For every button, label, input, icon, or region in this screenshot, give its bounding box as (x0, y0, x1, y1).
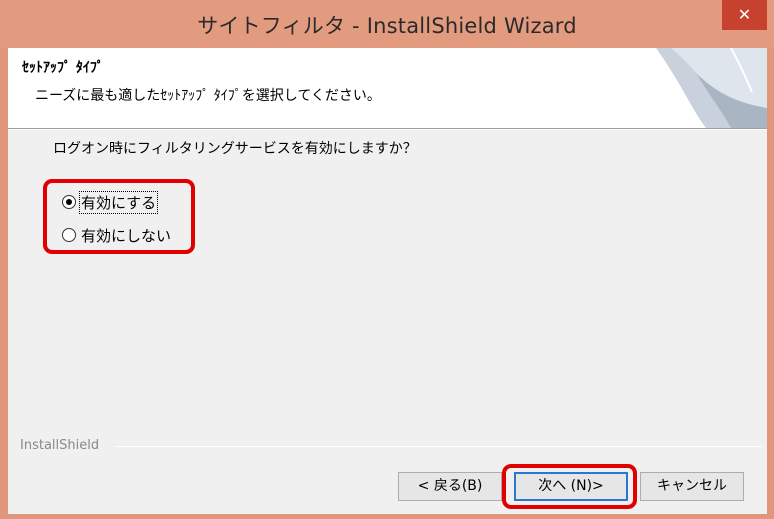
annotation-highlight-next (502, 464, 637, 509)
annotation-highlight-options (43, 179, 195, 254)
installer-window: サイトフィルタ - InstallShield Wizard ✕ ｾｯﾄｱｯﾌﾟ… (0, 0, 774, 519)
cancel-button[interactable]: キャンセル (640, 472, 744, 501)
header-divider (8, 129, 767, 130)
wizard-header: ｾｯﾄｱｯﾌﾟ ﾀｲﾌﾟ ニーズに最も適したｾｯﾄｱｯﾌﾟ ﾀｲﾌﾟを選択してく… (8, 48, 767, 129)
footer-divider (115, 446, 763, 447)
back-button[interactable]: < 戻る(B) (398, 472, 502, 501)
page-curl-graphic-icon (656, 48, 767, 128)
dialog-client-area: ｾｯﾄｱｯﾌﾟ ﾀｲﾌﾟ ニーズに最も適したｾｯﾄｱｯﾌﾟ ﾀｲﾌﾟを選択してく… (8, 48, 767, 514)
window-title: サイトフィルタ - InstallShield Wizard (197, 14, 577, 38)
close-icon: ✕ (737, 5, 752, 24)
page-title: ｾｯﾄｱｯﾌﾟ ﾀｲﾌﾟ (22, 60, 104, 76)
page-subtitle: ニーズに最も適したｾｯﾄｱｯﾌﾟ ﾀｲﾌﾟを選択してください。 (35, 88, 381, 104)
close-button[interactable]: ✕ (722, 0, 767, 30)
question-text: ログオン時にフィルタリングサービスを有効にしますか？ (53, 141, 417, 157)
title-bar[interactable]: サイトフィルタ - InstallShield Wizard ✕ (0, 0, 774, 48)
brand-label: InstallShield (20, 438, 100, 453)
